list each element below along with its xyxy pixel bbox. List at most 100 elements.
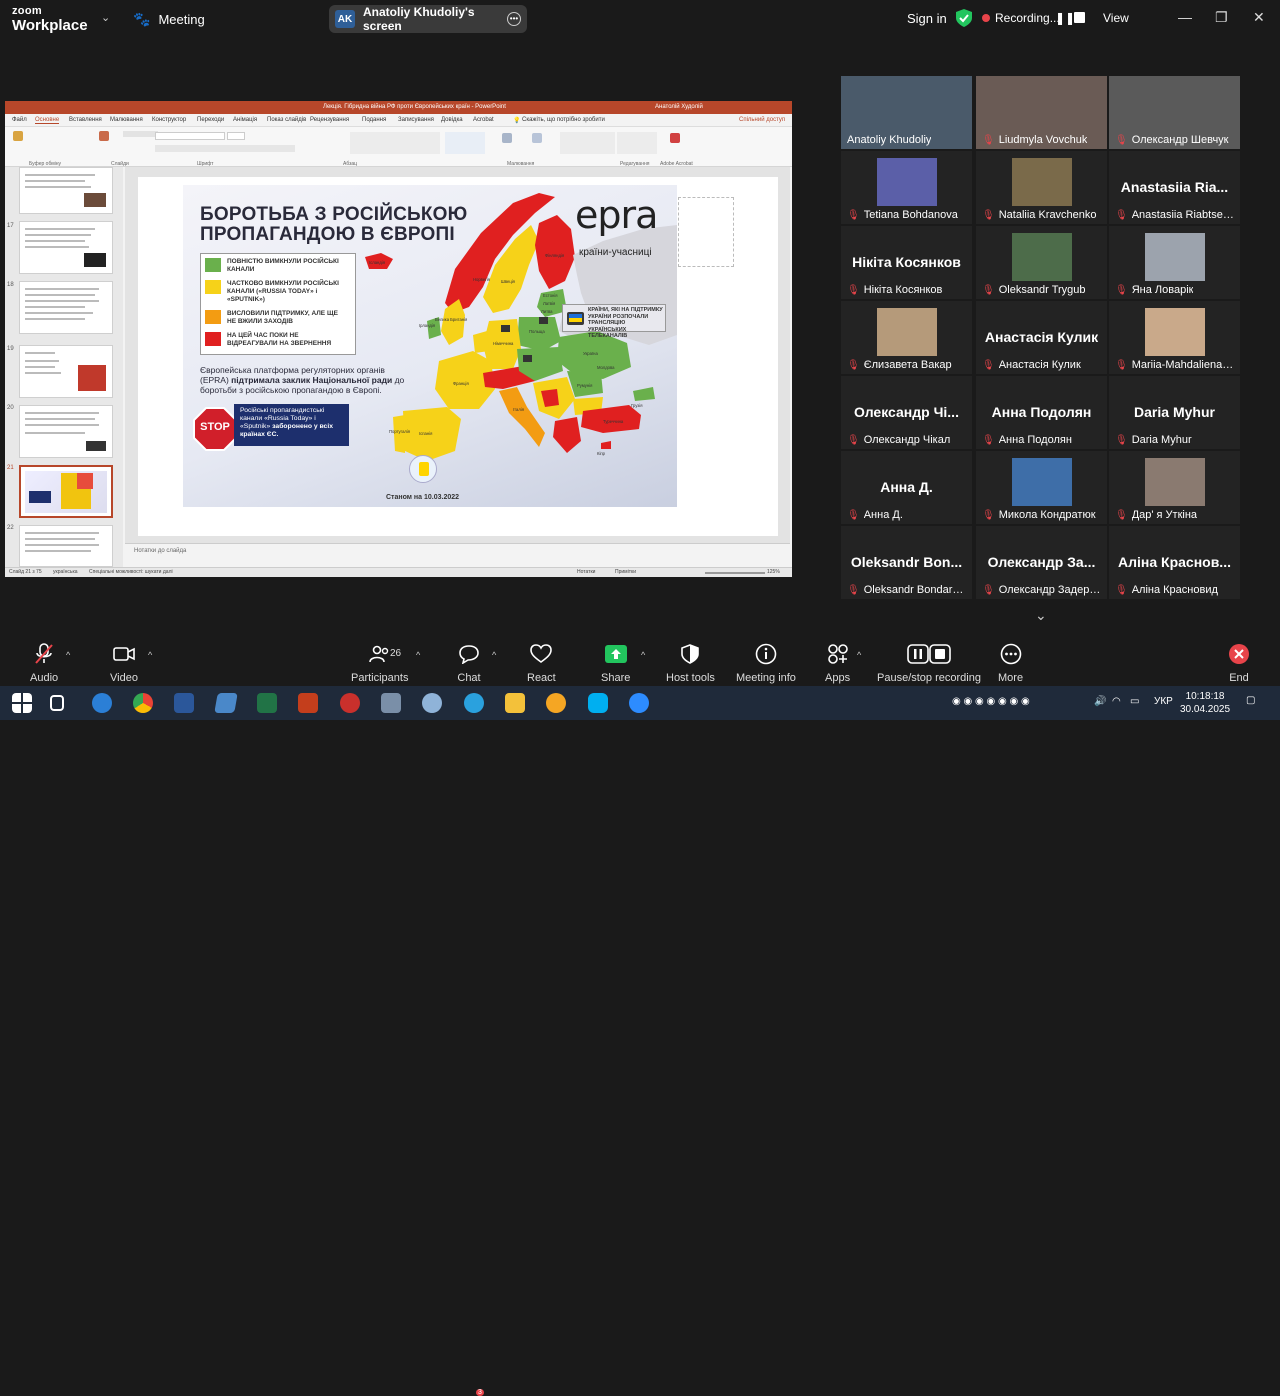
wifi-icon[interactable]: ◠ — [1112, 696, 1121, 707]
current-slide[interactable]: Ісландія Норвегія Швеція Фінляндія Естон… — [138, 177, 778, 536]
participant-tile[interactable]: 🎙 Дар' я Уткіна — [1109, 451, 1240, 524]
chevron-up-icon[interactable]: ^ — [148, 650, 152, 660]
audio-button[interactable]: Audio — [30, 642, 58, 684]
zoom-slider[interactable] — [705, 572, 765, 574]
participant-tile[interactable]: Олександр За... 🎙 Олександр Задерні... — [976, 526, 1107, 599]
host-tools-button[interactable]: Host tools — [666, 642, 715, 684]
new-slide-icon[interactable] — [99, 131, 109, 141]
taskbar-clock[interactable]: 10:18:18 30.04.2025 — [1180, 690, 1230, 716]
paragraph-buttons[interactable] — [350, 132, 440, 154]
volume-icon[interactable]: 🔊 — [1094, 696, 1106, 707]
tab-insert[interactable]: Вставлення — [69, 117, 102, 123]
close-icon[interactable]: ✕ — [1253, 9, 1265, 26]
participant-tile[interactable]: Анна Д. 🎙 Анна Д. — [841, 451, 972, 524]
participant-tile[interactable]: Олександр Чі... 🎙 Олександр Чікал — [841, 376, 972, 449]
participant-tile[interactable]: 🎙 Oleksandr Trygub — [976, 226, 1107, 299]
language-indicator[interactable]: УКР — [1154, 696, 1173, 707]
participant-tile[interactable]: 🎙 Яна Ловарік — [1109, 226, 1240, 299]
participant-tile[interactable]: 🎙 Nataliia Kravchenko — [976, 151, 1107, 224]
stop-recording-button[interactable] — [1074, 12, 1085, 23]
chevron-up-icon[interactable]: ^ — [857, 650, 861, 660]
paint-icon[interactable] — [422, 693, 442, 713]
participant-tile[interactable]: Anatoliy Khudoliy — [841, 76, 972, 149]
participant-tile[interactable]: 🎙 Liudmyla Vovchuk — [976, 76, 1107, 149]
status-accessibility[interactable]: Спеціальні можливості: шукати далі — [89, 569, 173, 575]
chevron-up-icon[interactable]: ^ — [641, 650, 645, 660]
maximize-icon[interactable]: ❐ — [1215, 9, 1228, 26]
slide-thumbnail-current[interactable] — [19, 465, 113, 518]
tab-file[interactable]: Файл — [12, 117, 27, 123]
tab-animations[interactable]: Анімація — [233, 117, 257, 123]
skype-icon[interactable] — [588, 693, 608, 713]
participant-tile[interactable]: Анна Подолян 🎙 Анна Подолян — [976, 376, 1107, 449]
chevron-up-icon[interactable]: ^ — [492, 650, 496, 660]
chevron-up-icon[interactable]: ^ — [416, 650, 420, 660]
chrome-icon[interactable] — [133, 693, 153, 713]
tab-view[interactable]: Подання — [362, 117, 386, 123]
zoom-app-icon[interactable] — [629, 693, 649, 713]
participant-tile[interactable]: Анастасія Кулик 🎙 Анастасія Кулик — [976, 301, 1107, 374]
participant-tile[interactable]: Oleksandr Bon... 🎙 Oleksandr Bondarev... — [841, 526, 972, 599]
shield-check-icon[interactable] — [956, 9, 972, 27]
tab-home[interactable]: Основне — [35, 117, 60, 124]
windows-start-icon[interactable] — [12, 693, 32, 713]
tab-transitions[interactable]: Переходи — [197, 117, 224, 123]
participant-tile[interactable]: Anastasiia Ria... 🎙 Anastasiia Riabtsev... — [1109, 151, 1240, 224]
placeholder-frame[interactable] — [678, 197, 734, 267]
telegram-icon[interactable] — [464, 693, 484, 713]
tab-review[interactable]: Рецензування — [310, 117, 349, 123]
minimize-icon[interactable]: — — [1178, 9, 1192, 25]
react-button[interactable]: React — [527, 642, 556, 684]
participant-tile[interactable]: 🎙 Tetiana Bohdanova — [841, 151, 972, 224]
notifications-icon[interactable]: ▢ — [1246, 695, 1255, 706]
quick-styles-icon[interactable] — [532, 133, 542, 143]
pause-recording-button[interactable]: ❚❚ — [1055, 11, 1075, 25]
font-format-buttons[interactable] — [155, 145, 295, 152]
font-size-field[interactable] — [227, 132, 245, 140]
arrange-icon[interactable] — [502, 133, 512, 143]
video-button[interactable]: Video — [110, 642, 138, 684]
edge-icon[interactable] — [92, 693, 112, 713]
apps-button[interactable]: Apps — [825, 642, 850, 684]
shape-format-buttons[interactable] — [560, 132, 615, 154]
task-view-icon[interactable] — [50, 695, 64, 711]
status-notes-button[interactable]: Нотатки — [577, 569, 595, 575]
chevron-down-icon[interactable]: ⌄ — [101, 11, 110, 24]
browser-icon[interactable] — [546, 693, 566, 713]
chat-button[interactable]: Chat — [457, 642, 481, 684]
participant-tile[interactable]: 🎙 Микола Кондратюк — [976, 451, 1107, 524]
tab-draw[interactable]: Малювання — [110, 117, 143, 123]
tab-acrobat[interactable]: Acrobat — [473, 117, 494, 123]
participant-tile[interactable]: Нікіта Косянков 🎙 Нікіта Косянков — [841, 226, 972, 299]
file-explorer-icon[interactable] — [505, 693, 525, 713]
tray-icons[interactable]: ◉ ◉ ◉ ◉ ◉ ◉ ◉ — [952, 696, 1030, 707]
acrobat-icon[interactable] — [340, 693, 360, 713]
excel-icon[interactable] — [257, 693, 277, 713]
participant-tile[interactable]: Аліна Краснов... 🎙 Аліна Красновид — [1109, 526, 1240, 599]
ppt-share-button[interactable]: Спільний доступ — [739, 117, 785, 123]
ppt-search[interactable]: Скажіть, що потрібно зробити — [522, 117, 605, 123]
tab-slideshow[interactable]: Показ слайдів — [267, 117, 306, 123]
slide-thumbnail[interactable] — [19, 167, 113, 214]
tab-help[interactable]: Довідка — [441, 117, 463, 123]
battery-icon[interactable]: ▭ — [1130, 696, 1139, 707]
participant-tile[interactable]: Daria Myhur 🎙 Daria Myhur — [1109, 376, 1240, 449]
shapes-gallery[interactable] — [445, 132, 485, 154]
meeting-info-button[interactable]: Meeting info — [736, 642, 796, 684]
powerpoint-icon[interactable] — [298, 693, 318, 713]
more-options-icon[interactable]: ••• — [507, 12, 521, 26]
end-meeting-button[interactable]: End — [1227, 642, 1251, 684]
more-button[interactable]: More — [998, 642, 1023, 684]
layout-dropdown[interactable] — [123, 131, 158, 137]
chevron-up-icon[interactable]: ^ — [66, 650, 70, 660]
create-pdf-icon[interactable] — [670, 133, 680, 143]
status-comments-button[interactable]: Примітки — [615, 569, 636, 575]
slide-thumbnail[interactable] — [19, 281, 113, 334]
paste-icon[interactable] — [13, 131, 23, 141]
sign-in-button[interactable]: Sign in — [907, 11, 947, 26]
slide-thumbnail[interactable] — [19, 345, 113, 398]
participant-tile[interactable]: 🎙 Олександр Шевчук — [1109, 76, 1240, 149]
slide-thumbnail[interactable] — [19, 405, 113, 458]
participant-tile[interactable]: 🎙 Mariia-Mahdaliena B... — [1109, 301, 1240, 374]
meeting-menu-button[interactable]: 🐾 Meeting — [133, 11, 205, 28]
